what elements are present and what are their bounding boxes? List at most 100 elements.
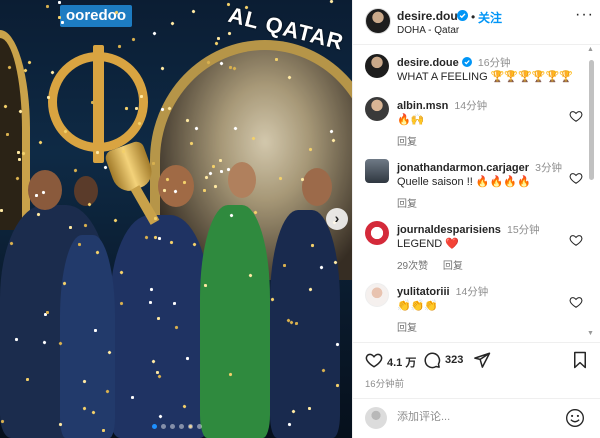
commenter-avatar[interactable]	[365, 283, 389, 307]
confetti-piece	[38, 140, 43, 145]
follow-button[interactable]: 关注	[478, 9, 502, 26]
comment-time[interactable]: 3分钟	[535, 162, 562, 174]
carousel-dot	[197, 424, 202, 429]
more-options-icon[interactable]: ···	[575, 6, 594, 24]
comment-time[interactable]: 14分钟	[454, 100, 487, 112]
add-comment-input[interactable]	[397, 411, 557, 423]
commenter-username-text[interactable]: albin.msn	[397, 100, 448, 112]
author-avatar[interactable]	[365, 8, 391, 34]
player-head	[74, 176, 98, 206]
confetti-piece	[153, 216, 158, 221]
author-username[interactable]: desire.doue	[397, 9, 464, 23]
goalkeeper-figure	[200, 205, 270, 438]
caption-time[interactable]: 16分钟	[478, 57, 511, 69]
post-photo[interactable]: ooredoo AL QATAR ›	[0, 0, 352, 438]
post-header: desire.doue • 关注 DOHA - Qatar ···	[353, 0, 600, 45]
comment-text: 🔥🙌	[397, 113, 425, 126]
caption-username[interactable]: desire.doue 16分钟	[397, 55, 511, 70]
player-head	[228, 162, 256, 198]
confetti-piece	[17, 157, 22, 162]
confetti-piece	[45, 4, 50, 9]
commenter-username[interactable]: albin.msn 14分钟	[397, 98, 487, 113]
commenter-avatar[interactable]	[365, 159, 389, 183]
confetti-piece	[216, 36, 221, 41]
confetti-piece	[151, 161, 156, 166]
confetti-piece	[157, 236, 162, 241]
commenter-username[interactable]: yulitatoriii 14分钟	[397, 284, 488, 299]
confetti-piece	[68, 225, 73, 230]
comment-time[interactable]: 15分钟	[507, 224, 540, 236]
post-sidebar: desire.doue • 关注 DOHA - Qatar ··· desire…	[352, 0, 600, 438]
caption-username-text[interactable]: desire.doue	[397, 57, 459, 69]
carousel-dot	[188, 424, 193, 429]
red-heart-emoji: ❤️	[445, 237, 459, 250]
confetti-piece	[57, 15, 62, 20]
reply-button[interactable]: 回复	[397, 199, 417, 210]
stadium-arch-left	[0, 30, 30, 230]
emoji-picker-icon[interactable]	[565, 408, 585, 428]
commenter-username-text[interactable]: yulitatoriii	[397, 286, 450, 298]
comment-text-content: LEGEND	[397, 238, 446, 250]
comment-time[interactable]: 14分钟	[456, 286, 489, 298]
confetti-piece	[203, 283, 208, 288]
post-timestamp[interactable]: 16分钟前	[365, 376, 404, 390]
share-paper-plane-icon[interactable]	[473, 351, 491, 369]
confetti-piece	[101, 428, 106, 433]
add-comment-bar	[353, 398, 600, 438]
carousel-dot	[170, 424, 175, 429]
comment-like-heart-icon[interactable]	[569, 295, 583, 309]
save-bookmark-icon[interactable]	[572, 351, 588, 369]
confetti-piece	[134, 106, 139, 111]
confetti-piece	[307, 406, 312, 411]
comment-meta: 29次赞 回复	[397, 257, 475, 272]
confetti-piece	[275, 58, 278, 61]
confetti-piece	[46, 95, 51, 100]
confetti-piece	[90, 100, 95, 105]
verified-badge-icon	[457, 10, 468, 21]
confetti-piece	[73, 168, 78, 173]
fire-emoji: 🔥🔥🔥🔥	[475, 175, 531, 188]
confetti-piece	[149, 287, 154, 292]
confetti-piece	[148, 300, 153, 305]
comments-list: desire.doue 16分钟 WHAT A FEELING 🏆🏆🏆🏆🏆🏆 a…	[353, 46, 593, 342]
confetti-piece	[93, 328, 98, 333]
confetti-piece	[16, 150, 21, 155]
post-location[interactable]: DOHA - Qatar	[397, 25, 459, 36]
scroll-up-arrow-icon[interactable]: ▲	[587, 46, 594, 53]
commenter-username[interactable]: journaldesparisiens 15分钟	[397, 222, 540, 237]
confetti-piece	[152, 31, 157, 36]
comment-bubble-icon[interactable]	[423, 351, 441, 369]
like-heart-icon[interactable]	[365, 351, 383, 369]
comments-scrollbar[interactable]: ▲ ▼	[587, 46, 595, 342]
commenter-avatar[interactable]	[365, 97, 389, 121]
comment-like-heart-icon[interactable]	[569, 233, 583, 247]
reply-button[interactable]: 回复	[443, 261, 463, 272]
scroll-thumb[interactable]	[589, 60, 594, 180]
confetti-piece	[87, 202, 92, 207]
carousel-dot	[161, 424, 166, 429]
comment-like-heart-icon[interactable]	[569, 109, 583, 123]
commenter-avatar[interactable]	[365, 221, 389, 245]
confetti-piece	[282, 263, 287, 268]
commenter-username-text[interactable]: journaldesparisiens	[397, 224, 501, 236]
comment-row: journaldesparisiens 15分钟 LEGEND ❤️ 29次赞 …	[365, 221, 589, 272]
caption-text-content: WHAT A FEELING	[397, 71, 488, 83]
carousel-next-button[interactable]: ›	[326, 208, 348, 230]
carousel-indicator	[152, 424, 202, 429]
caption-avatar[interactable]	[365, 54, 389, 78]
scroll-down-arrow-icon[interactable]: ▼	[587, 330, 594, 337]
trophy-emoji: 🏆🏆🏆🏆🏆🏆	[490, 70, 573, 83]
confetti-piece	[227, 31, 232, 36]
confetti-piece	[191, 9, 196, 14]
confetti-piece	[170, 21, 175, 26]
comment-like-count[interactable]: 29次赞	[397, 261, 428, 272]
confetti-piece	[226, 2, 231, 7]
reply-button[interactable]: 回复	[397, 137, 417, 148]
comment-like-heart-icon[interactable]	[569, 171, 583, 185]
comment-count[interactable]: 323	[445, 354, 463, 366]
reply-button[interactable]: 回复	[397, 323, 417, 334]
confetti-piece	[25, 377, 30, 382]
like-count[interactable]: 4.1 万	[387, 354, 416, 370]
commenter-username[interactable]: jonathandarmon.carjager 3分钟	[397, 160, 562, 175]
commenter-username-text[interactable]: jonathandarmon.carjager	[397, 162, 529, 174]
